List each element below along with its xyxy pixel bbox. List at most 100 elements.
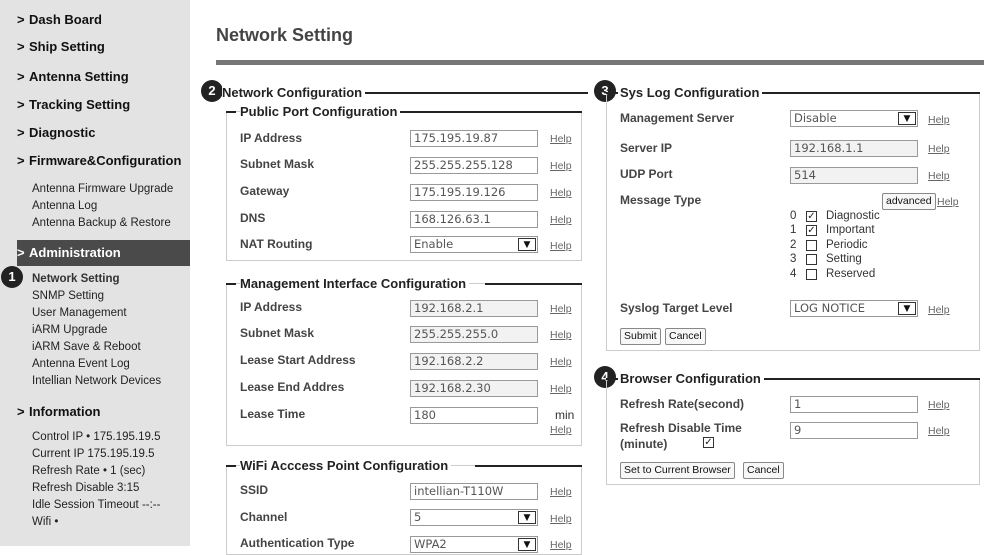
wifi-channel-help[interactable]: Help <box>550 513 572 525</box>
syslog-advanced-button[interactable]: advanced <box>882 193 936 210</box>
pp-dns-input[interactable]: 168.126.63.1 <box>410 211 538 228</box>
pp-gateway-help[interactable]: Help <box>550 187 572 199</box>
pp-subnet-input[interactable]: 255.255.255.128 <box>410 157 538 174</box>
pp-gateway-input[interactable]: 175.195.19.126 <box>410 184 538 201</box>
wifi-channel-label: Channel <box>240 510 288 524</box>
nav-antenna-log[interactable]: Antenna Log <box>32 198 97 214</box>
chevron-right-icon: > <box>17 39 25 54</box>
wifi-ssid-label: SSID <box>240 483 269 497</box>
mt-checkbox-reserved[interactable] <box>806 269 817 280</box>
mt-label-reserved: Reserved <box>826 268 876 280</box>
syslog-message-type-help[interactable]: Help <box>937 196 959 208</box>
chevron-right-icon: > <box>17 125 25 140</box>
mg-lease-end-help[interactable]: Help <box>550 383 572 395</box>
nav-tracking-setting[interactable]: > Tracking Setting <box>0 97 190 112</box>
marker-1: 1 <box>1 266 23 288</box>
browser-refresh-disable-input[interactable]: 9 <box>790 422 918 439</box>
nav-intellian-network-devices[interactable]: Intellian Network Devices <box>32 373 161 389</box>
browser-refresh-rate-help[interactable]: Help <box>928 399 950 411</box>
mg-subnet-help[interactable]: Help <box>550 329 572 341</box>
mg-lease-time-help[interactable]: Help <box>550 424 572 436</box>
pp-subnet-help[interactable]: Help <box>550 160 572 172</box>
mt-checkbox-diagnostic[interactable]: ✓ <box>806 211 817 222</box>
wifi-ssid-help[interactable]: Help <box>550 486 572 498</box>
network-config-rule <box>360 92 588 94</box>
mg-ip-help[interactable]: Help <box>550 303 572 315</box>
mt-num-3: 3 <box>790 253 797 265</box>
syslog-server-ip-input[interactable]: 192.168.1.1 <box>790 140 918 157</box>
nav-antenna-setting[interactable]: > Antenna Setting <box>0 69 190 84</box>
browser-cancel-button[interactable]: Cancel <box>743 462 784 479</box>
syslog-title: Sys Log Configuration <box>618 85 763 100</box>
wifi-ssid-input[interactable]: intellian-T110W <box>410 483 538 500</box>
nav-iarm-upgrade[interactable]: iARM Upgrade <box>32 322 107 338</box>
syslog-target-level-select[interactable]: LOG NOTICE ▼ <box>790 300 918 317</box>
syslog-mgmt-server-help[interactable]: Help <box>928 114 950 126</box>
mg-lease-time-input[interactable]: 180 <box>410 407 538 424</box>
syslog-server-ip-label: Server IP <box>620 141 673 155</box>
nav-network-setting[interactable]: Network Setting <box>32 271 120 287</box>
wifi-rule-left <box>226 465 236 467</box>
chevron-right-icon: > <box>17 69 25 84</box>
management-rule-left <box>226 283 236 285</box>
nav-antenna-event-log[interactable]: Antenna Event Log <box>32 356 130 372</box>
pp-ip-help[interactable]: Help <box>550 133 572 145</box>
pp-ip-input[interactable]: 175.195.19.87 <box>410 130 538 147</box>
wifi-auth-select[interactable]: WPA2 ▼ <box>410 536 538 553</box>
info-current-ip: Current IP 175.195.19.5 <box>32 448 155 460</box>
syslog-server-ip-help[interactable]: Help <box>928 143 950 155</box>
pp-nat-select[interactable]: Enable ▼ <box>410 236 538 253</box>
nav-information[interactable]: > Information <box>0 404 190 419</box>
chevron-down-icon: ▼ <box>518 538 536 551</box>
nav-diagnostic[interactable]: > Diagnostic <box>0 125 190 140</box>
mg-lease-end-input[interactable]: 192.168.2.30 <box>410 380 538 397</box>
browser-refresh-disable-label: Refresh Disable Time <box>620 421 742 435</box>
nav-dash-board[interactable]: > Dash Board <box>0 12 190 27</box>
syslog-udp-port-label: UDP Port <box>620 167 673 181</box>
nav-iarm-save-reboot[interactable]: iARM Save & Reboot <box>32 339 141 355</box>
pp-subnet-label: Subnet Mask <box>240 157 315 171</box>
browser-refresh-rate-input[interactable]: 1 <box>790 396 918 413</box>
mg-lease-end-label: Lease End Addres <box>240 380 345 394</box>
title-divider <box>216 60 984 65</box>
mg-lease-start-input[interactable]: 192.168.2.2 <box>410 353 538 370</box>
nav-label: Ship Setting <box>29 39 105 54</box>
nav-antenna-backup-restore[interactable]: Antenna Backup & Restore <box>32 215 171 231</box>
nav-ship-setting[interactable]: > Ship Setting <box>0 39 190 54</box>
browser-refresh-disable-help[interactable]: Help <box>928 425 950 437</box>
browser-refresh-rate-label: Refresh Rate(second) <box>620 397 745 411</box>
syslog-udp-port-input[interactable]: 514 <box>790 167 918 184</box>
nav-label: Information <box>29 404 101 419</box>
pp-nat-value: Enable <box>414 237 454 251</box>
mg-lease-start-help[interactable]: Help <box>550 356 572 368</box>
syslog-cancel-button[interactable]: Cancel <box>665 328 706 345</box>
syslog-udp-port-help[interactable]: Help <box>928 170 950 182</box>
nav-user-management[interactable]: User Management <box>32 305 127 321</box>
syslog-target-level-help[interactable]: Help <box>928 304 950 316</box>
syslog-submit-button[interactable]: Submit <box>620 328 661 345</box>
public-port-rule-right <box>398 111 582 113</box>
mg-ip-input[interactable]: 192.168.2.1 <box>410 300 538 317</box>
wifi-auth-help[interactable]: Help <box>550 539 572 551</box>
browser-refresh-disable-unit: (minute) <box>620 437 668 451</box>
syslog-mgmt-server-value: Disable <box>794 111 837 125</box>
nav-antenna-firmware-upgrade[interactable]: Antenna Firmware Upgrade <box>32 181 173 197</box>
mg-subnet-input[interactable]: 255.255.255.0 <box>410 326 538 343</box>
pp-nat-help[interactable]: Help <box>550 240 572 252</box>
nav-administration[interactable]: > Administration <box>17 240 190 266</box>
nav-firmware-configuration[interactable]: > Firmware&Configuration <box>0 153 190 168</box>
mt-checkbox-important[interactable]: ✓ <box>806 225 817 236</box>
network-config-title: Network Configuration <box>222 85 366 100</box>
browser-refresh-disable-checkbox[interactable]: ✓ <box>703 437 714 448</box>
mt-checkbox-periodic[interactable] <box>806 240 817 251</box>
nav-label: Firmware&Configuration <box>29 153 182 168</box>
mt-checkbox-setting[interactable] <box>806 254 817 265</box>
chevron-down-icon: ▼ <box>518 511 536 524</box>
pp-dns-help[interactable]: Help <box>550 214 572 226</box>
wifi-channel-select[interactable]: 5 ▼ <box>410 509 538 526</box>
browser-set-current-button[interactable]: Set to Current Browser <box>620 462 735 479</box>
mt-label-periodic: Periodic <box>826 239 868 251</box>
syslog-mgmt-server-select[interactable]: Disable ▼ <box>790 110 918 127</box>
nav-snmp-setting[interactable]: SNMP Setting <box>32 288 104 304</box>
chevron-down-icon: ▼ <box>518 238 536 251</box>
